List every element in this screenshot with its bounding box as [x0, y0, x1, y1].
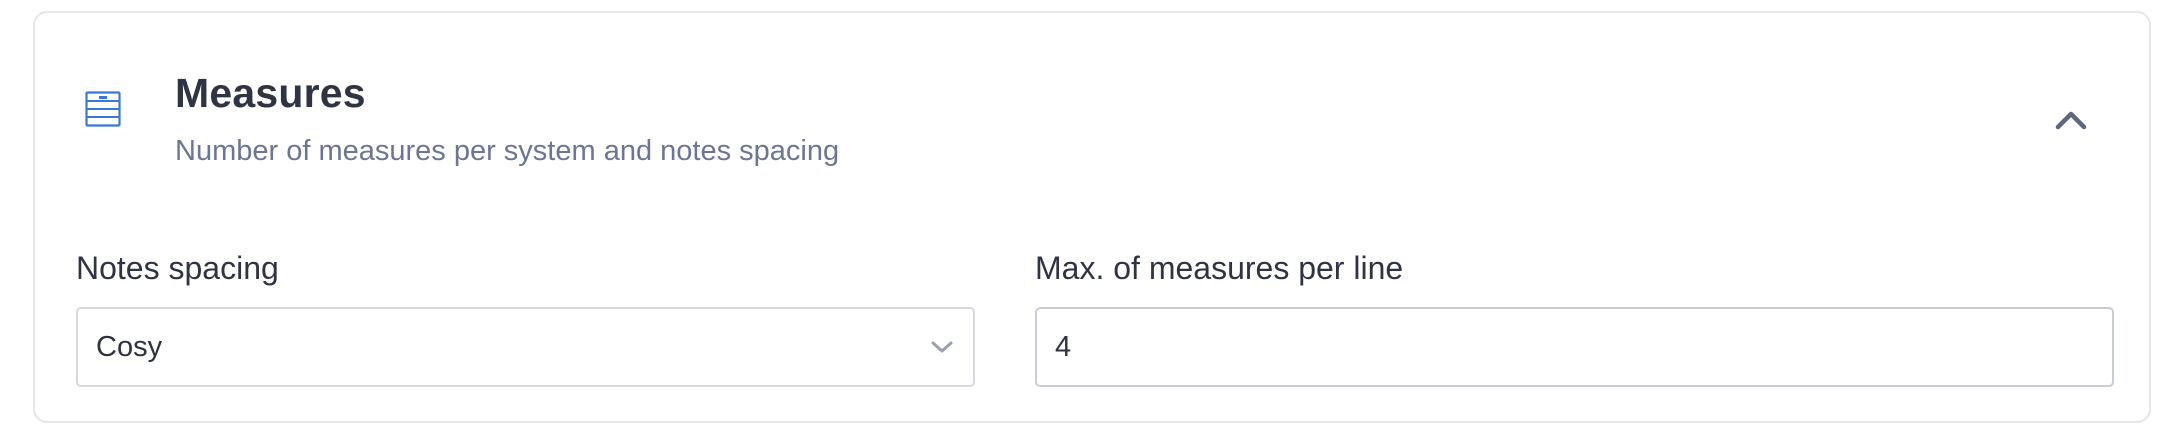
chevron-up-icon: [2055, 110, 2087, 133]
chevron-down-icon: [929, 338, 955, 356]
notes-spacing-select[interactable]: Cosy: [76, 307, 975, 387]
collapse-section-button[interactable]: [2045, 95, 2097, 147]
notes-spacing-label: Notes spacing: [76, 250, 279, 286]
measures-staff-icon: [85, 91, 121, 127]
measures-settings-card: Measures Number of measures per system a…: [33, 11, 2151, 423]
notes-spacing-value: Cosy: [96, 330, 163, 363]
section-title: Measures: [175, 70, 366, 116]
max-measures-input[interactable]: [1035, 307, 2114, 387]
section-subtitle: Number of measures per system and notes …: [175, 135, 840, 167]
max-measures-label: Max. of measures per line: [1035, 250, 1404, 286]
